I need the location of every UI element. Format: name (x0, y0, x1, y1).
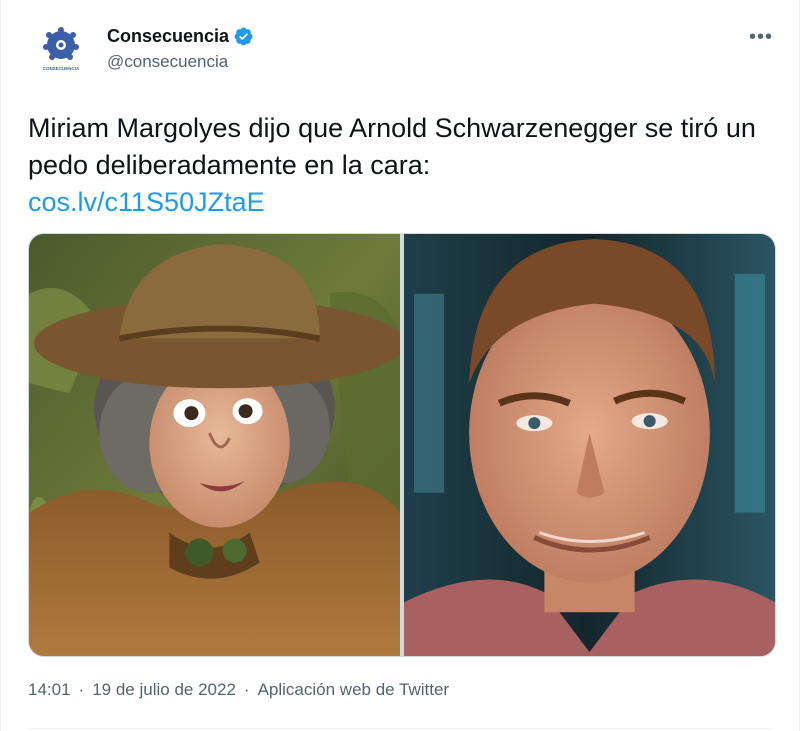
photo-right-image (404, 234, 775, 656)
photo-left[interactable] (29, 234, 400, 656)
tweet-text: Miriam Margolyes dijo que Arnold Schwarz… (28, 110, 768, 221)
author-handle[interactable]: @consecuencia (107, 52, 254, 72)
name-row: Consecuencia (107, 26, 254, 47)
verified-badge-icon (234, 27, 253, 46)
photo-left-image (29, 234, 400, 656)
tweet-meta: 14:01 · 19 de julio de 2022 · Aplicación… (28, 680, 449, 700)
tweet-link[interactable]: cos.lv/c11S50JZtaE (28, 184, 768, 221)
avatar-caption: CONSECUENCIA (43, 66, 80, 71)
tweet-source[interactable]: Aplicación web de Twitter (258, 680, 450, 700)
meta-separator: · (78, 680, 85, 699)
divider (28, 728, 772, 729)
photo-right[interactable] (404, 234, 775, 656)
tweet-body: Miriam Margolyes dijo que Arnold Schwarz… (28, 113, 756, 180)
more-icon[interactable]: ••• (749, 26, 773, 49)
avatar[interactable]: CONSECUENCIA (35, 24, 87, 76)
tweet-header: CONSECUENCIA Consecuencia @consecuencia (35, 24, 254, 76)
tweet-date[interactable]: 19 de julio de 2022 (92, 680, 236, 700)
author-names: Consecuencia @consecuencia (107, 26, 254, 72)
display-name[interactable]: Consecuencia (107, 26, 229, 47)
meta-separator: · (243, 680, 250, 699)
tweet-media[interactable] (28, 233, 776, 657)
consecuencia-logo-icon: CONSECUENCIA (43, 27, 80, 71)
tweet-card: CONSECUENCIA Consecuencia @consecuencia … (0, 0, 800, 731)
tweet-time[interactable]: 14:01 (28, 680, 71, 700)
